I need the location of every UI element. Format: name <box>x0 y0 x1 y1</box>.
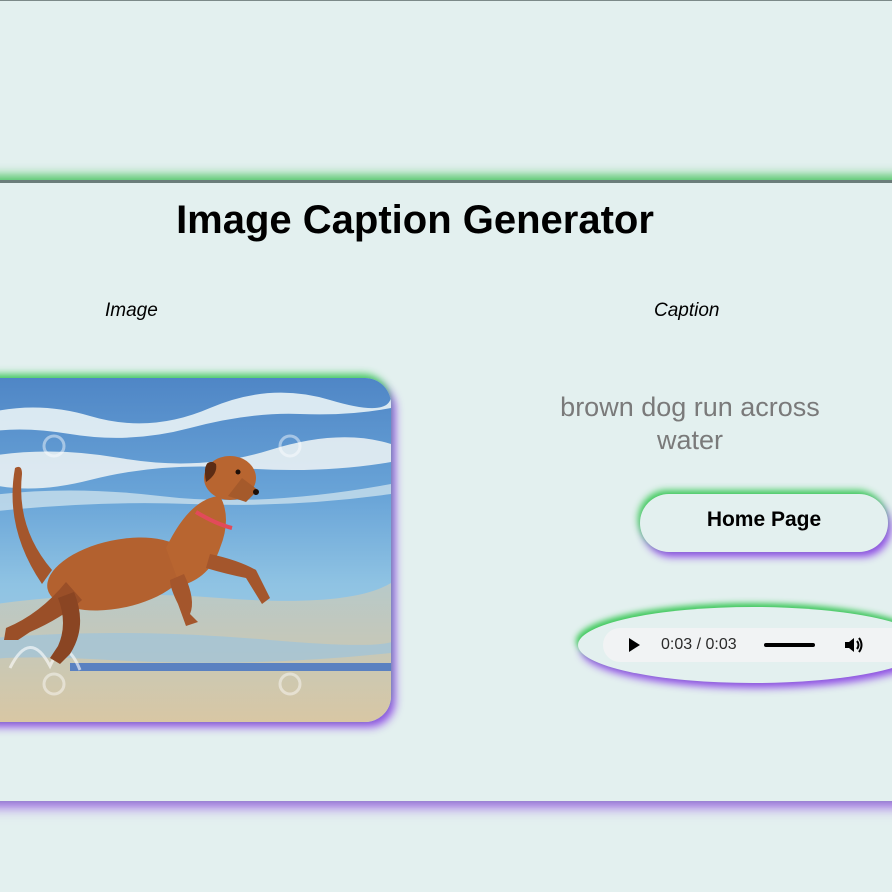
home-page-button[interactable]: Home Page <box>640 494 888 552</box>
top-divider <box>0 0 892 1</box>
audio-time: 0:03 / 0:03 <box>661 636 737 653</box>
audio-progress-bar[interactable] <box>764 643 815 647</box>
image-column-label: Image <box>105 300 158 321</box>
page-title: Image Caption Generator <box>176 198 654 242</box>
caption-audio-player[interactable]: 0:03 / 0:03 <box>603 628 892 662</box>
uploaded-image <box>0 378 391 722</box>
generated-caption: brown dog run across water <box>560 392 820 455</box>
play-icon[interactable] <box>629 638 640 652</box>
volume-icon[interactable] <box>843 635 865 655</box>
caption-column-label: Caption <box>654 300 720 321</box>
dog-photo <box>0 378 391 722</box>
